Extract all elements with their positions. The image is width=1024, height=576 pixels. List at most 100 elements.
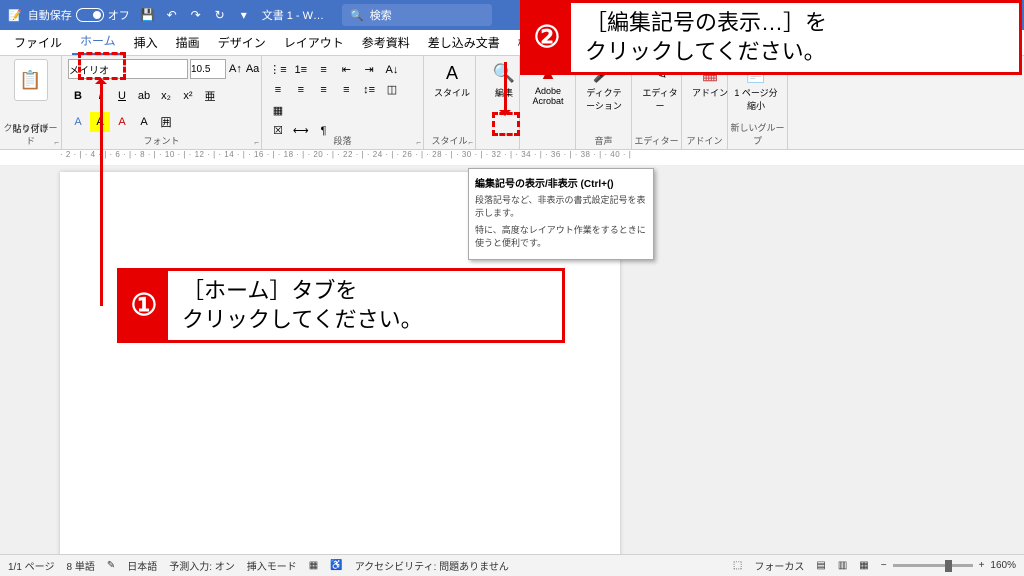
search-placeholder: 検索 xyxy=(370,7,392,23)
align-left-button[interactable]: ≡ xyxy=(268,80,288,100)
align-right-button[interactable]: ≡ xyxy=(314,80,334,100)
underline-button[interactable]: U xyxy=(112,86,132,106)
undo-icon[interactable]: ↶ xyxy=(164,7,180,23)
word-icon: 📝 xyxy=(8,9,22,22)
document-title: 文書 1 - W… xyxy=(262,7,324,23)
line-spacing-button[interactable]: ↕≡ xyxy=(359,80,379,100)
addin-group-label: アドイン xyxy=(682,134,727,147)
status-lang[interactable]: 日本語 xyxy=(127,558,157,573)
arrow-1 xyxy=(100,80,103,306)
voice-group-label: 音声 xyxy=(576,134,631,147)
paste-button[interactable]: 📋 xyxy=(14,59,48,101)
view-web-icon[interactable]: ▦ xyxy=(859,560,868,571)
tab-layout[interactable]: レイアウト xyxy=(276,30,352,55)
search-icon: 🔍 xyxy=(350,9,364,22)
view-print-icon[interactable]: ▥ xyxy=(838,560,847,571)
search-box[interactable]: 🔍 検索 xyxy=(342,4,492,26)
subscript-button[interactable]: x₂ xyxy=(156,86,176,106)
view-read-icon[interactable]: ▤ xyxy=(816,560,825,571)
phonetic-button[interactable]: 亜 xyxy=(200,86,220,106)
zoom-level[interactable]: 160% xyxy=(990,560,1016,571)
callout-2-text: ［編集記号の表示…］を クリックしてください。 xyxy=(571,3,841,72)
font-case-icon[interactable]: Aa xyxy=(245,59,260,79)
bullets-button[interactable]: ⋮≡ xyxy=(268,59,288,79)
toggle-switch[interactable] xyxy=(76,8,104,22)
text-effects-button[interactable]: A xyxy=(68,112,88,132)
tab-mailings[interactable]: 差し込み文書 xyxy=(420,30,508,55)
callout-2-number: ② xyxy=(523,3,571,72)
qat-dropdown-icon[interactable]: ▾ xyxy=(236,7,252,23)
font-color-button[interactable]: A xyxy=(112,112,132,132)
redo-icon[interactable]: ↷ xyxy=(188,7,204,23)
clipboard-launcher-icon[interactable]: ⌐ xyxy=(54,138,59,147)
increase-indent-button[interactable]: ⇥ xyxy=(359,59,379,79)
editor-group-label: エディター xyxy=(632,134,681,147)
char-border-button[interactable]: A xyxy=(134,112,154,132)
autosave-state: オフ xyxy=(108,7,130,23)
font-size-select[interactable] xyxy=(190,59,226,79)
grow-font-icon[interactable]: A↑ xyxy=(228,59,243,79)
callout-1-number: ① xyxy=(120,271,168,340)
styles-button[interactable]: Aスタイル xyxy=(430,59,474,99)
horizontal-ruler[interactable]: · 2 · | · 4 · | · 6 · | · 8 · | · 10 · |… xyxy=(0,150,1024,166)
char-shading-button[interactable]: 囲 xyxy=(156,112,176,132)
tooltip-title: 編集記号の表示/非表示 (Ctrl+() xyxy=(475,175,647,190)
font-launcher-icon[interactable]: ⌐ xyxy=(254,138,259,147)
status-accessibility[interactable]: アクセシビリティ: 問題ありません xyxy=(355,558,509,573)
status-page[interactable]: 1/1 ページ xyxy=(8,558,54,573)
macro-icon[interactable]: ▦ xyxy=(309,560,318,571)
decrease-indent-button[interactable]: ⇤ xyxy=(336,59,356,79)
save-icon[interactable]: 💾 xyxy=(140,7,156,23)
styles-launcher-icon[interactable]: ⌐ xyxy=(468,138,473,147)
zoom-out-icon[interactable]: − xyxy=(881,560,887,571)
strike-button[interactable]: ab xyxy=(134,86,154,106)
newgroup-label: 新しいグループ xyxy=(728,121,787,147)
align-center-button[interactable]: ≡ xyxy=(291,80,311,100)
arrow-2 xyxy=(504,62,507,114)
styles-icon: A xyxy=(446,63,458,84)
zoom-slider[interactable] xyxy=(893,564,973,567)
tooltip: 編集記号の表示/非表示 (Ctrl+() 段落記号など、非表示の書式設定記号を表… xyxy=(468,168,654,260)
callout-1-text: ［ホーム］タブを クリックしてください。 xyxy=(168,271,437,340)
tab-file[interactable]: ファイル xyxy=(6,30,70,55)
highlight-show-marks xyxy=(492,112,520,136)
tab-insert[interactable]: 挿入 xyxy=(126,30,166,55)
highlight-home-tab xyxy=(78,52,126,80)
tab-design[interactable]: デザイン xyxy=(210,30,274,55)
accessibility-icon[interactable]: ♿ xyxy=(330,560,342,571)
tab-home[interactable]: ホーム xyxy=(72,28,124,55)
justify-button[interactable]: ≡ xyxy=(336,80,356,100)
group-clipboard: 📋 貼り付け クリップボード ⌐ xyxy=(0,56,62,149)
status-focus[interactable]: フォーカス xyxy=(754,558,804,573)
bold-button[interactable]: B xyxy=(68,86,88,106)
status-words[interactable]: 8 単語 xyxy=(66,558,94,573)
superscript-button[interactable]: x² xyxy=(178,86,198,106)
autosave-toggle[interactable]: 自動保存 オフ xyxy=(28,7,130,23)
refresh-icon[interactable]: ↻ xyxy=(212,7,228,23)
shading-button[interactable]: ◫ xyxy=(382,80,402,100)
spell-icon[interactable]: ✎ xyxy=(107,560,115,571)
numbering-button[interactable]: 1≡ xyxy=(291,60,311,80)
quick-access-toolbar: 💾 ↶ ↷ ↻ ▾ xyxy=(140,7,252,23)
paragraph-group-label: 段落 xyxy=(262,134,423,147)
status-insert[interactable]: 挿入モード xyxy=(247,558,297,573)
autosave-label: 自動保存 xyxy=(28,7,72,23)
tab-references[interactable]: 参考資料 xyxy=(354,30,418,55)
font-group-label: フォント xyxy=(62,134,261,147)
status-ime[interactable]: 予測入力: オン xyxy=(169,558,235,573)
borders-button[interactable]: ▦ xyxy=(268,100,288,120)
clipboard-group-label: クリップボード xyxy=(0,121,61,147)
status-bar: 1/1 ページ 8 単語 ✎ 日本語 予測入力: オン 挿入モード ▦ ♿ アク… xyxy=(0,554,1024,576)
group-styles: Aスタイル スタイル ⌐ xyxy=(424,56,476,149)
callout-2: ② ［編集記号の表示…］を クリックしてください。 xyxy=(520,0,1022,75)
zoom-control[interactable]: − + 160% xyxy=(881,560,1016,571)
tooltip-body1: 段落記号など、非表示の書式設定記号を表示します。 xyxy=(475,193,647,219)
tooltip-body2: 特に、高度なレイアウト作業をするときに使うと便利です。 xyxy=(475,223,647,249)
callout-1: ① ［ホーム］タブを クリックしてください。 xyxy=(117,268,565,343)
multilevel-button[interactable]: ≡ xyxy=(314,60,334,80)
sort-button[interactable]: A↓ xyxy=(382,60,402,80)
paragraph-launcher-icon[interactable]: ⌐ xyxy=(416,138,421,147)
zoom-in-icon[interactable]: + xyxy=(979,560,985,571)
tab-draw[interactable]: 描画 xyxy=(168,30,208,55)
focus-icon[interactable]: ⬚ xyxy=(733,560,742,571)
